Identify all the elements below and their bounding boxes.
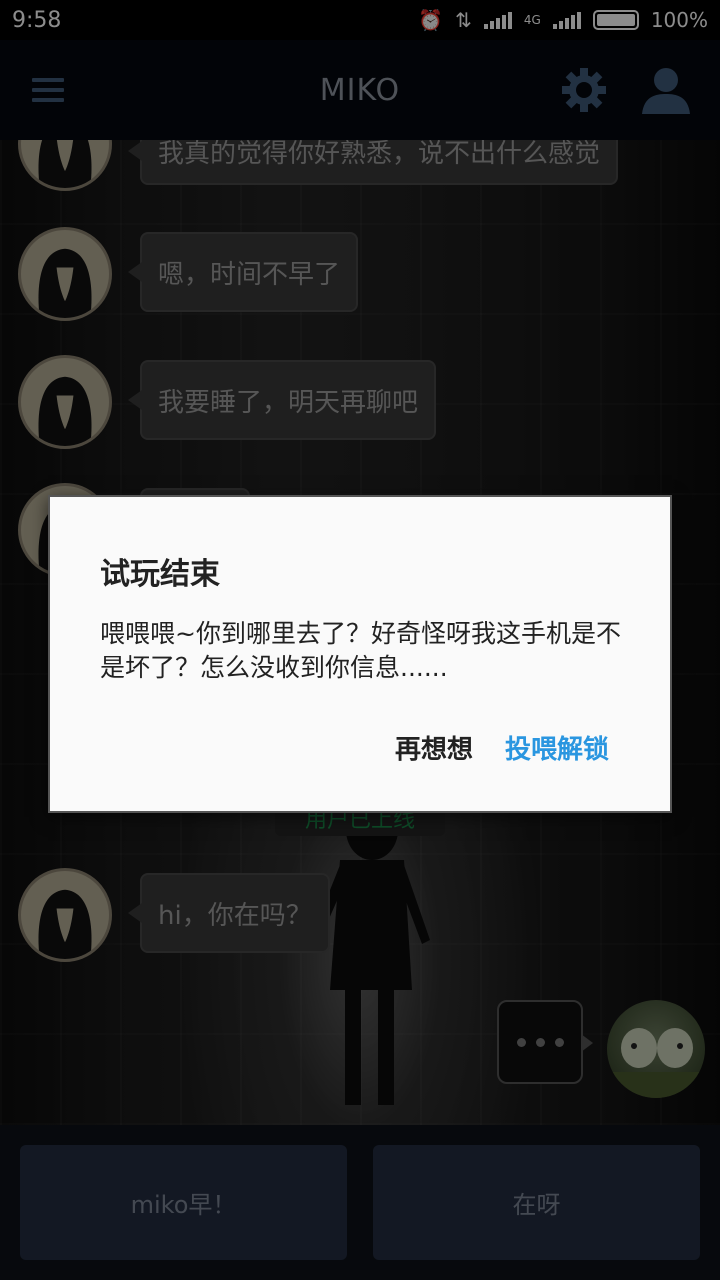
dialog-message: 喂喂喂~你到哪里去了？好奇怪呀我这手机是不是坏了？怎么没收到你信息...... [100,619,621,682]
cancel-button[interactable]: 再想想 [395,729,473,766]
dialog-title: 试玩结束 [100,557,220,592]
unlock-button[interactable]: 投喂解锁 [505,729,609,766]
trial-end-dialog: 试玩结束 喂喂喂~你到哪里去了？好奇怪呀我这手机是不是坏了？怎么没收到你信息..… [48,495,672,813]
